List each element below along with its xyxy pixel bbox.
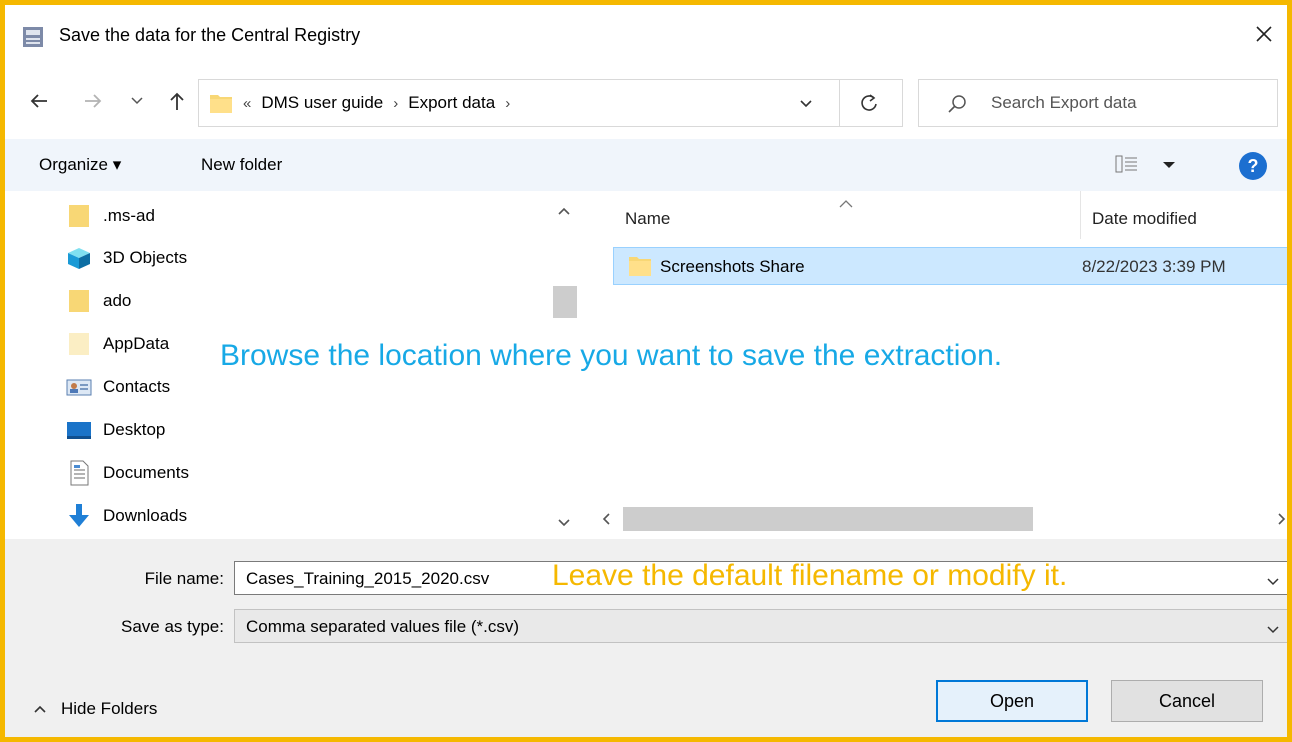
search-box[interactable]: Search Export data — [918, 79, 1278, 127]
breadcrumb-item-export-data[interactable]: Export data — [408, 93, 495, 113]
breadcrumb: « DMS user guide › Export data › — [243, 93, 520, 113]
nav-item-label: ado — [103, 291, 132, 310]
change-view-icon[interactable] — [1115, 154, 1181, 179]
organize-menu-button[interactable]: Organize ▾ — [39, 155, 121, 175]
nav-item-documents[interactable]: Documents — [65, 458, 189, 488]
app-icon — [22, 26, 44, 48]
scroll-down-chevron-icon[interactable] — [557, 513, 571, 533]
recent-locations-chevron-icon[interactable] — [123, 87, 151, 115]
download-arrow-icon — [65, 503, 93, 529]
nav-item-label: AppData — [103, 334, 170, 353]
breadcrumb-separator[interactable]: › — [393, 95, 398, 112]
hide-folders-button[interactable]: Hide Folders — [33, 699, 157, 719]
nav-item-downloads[interactable]: Downloads — [65, 501, 187, 531]
column-header-name[interactable]: Name — [625, 209, 670, 229]
file-name-value[interactable]: Cases_Training_2015_2020.csv — [246, 569, 489, 589]
breadcrumb-item-dms-user-guide[interactable]: DMS user guide — [261, 93, 383, 113]
scroll-up-chevron-icon[interactable] — [557, 201, 571, 221]
save-as-type-value: Comma separated values file (*.csv) — [246, 617, 520, 636]
nav-item-ado[interactable]: ado — [65, 286, 131, 316]
nav-item-ms-ad[interactable]: .ms-ad — [65, 201, 155, 231]
desktop-icon — [65, 417, 93, 443]
chevron-up-icon — [33, 699, 47, 719]
cancel-button[interactable]: Cancel — [1111, 680, 1263, 722]
folder-icon — [209, 92, 233, 119]
nav-item-3d-objects[interactable]: 3D Objects — [65, 243, 187, 273]
file-row-selected[interactable]: Screenshots Share 8/22/2023 3:39 PM — [613, 247, 1287, 285]
file-name: Screenshots Share — [660, 257, 805, 276]
chevron-down-icon[interactable] — [1266, 620, 1280, 640]
breadcrumb-separator[interactable]: › — [505, 95, 510, 112]
new-folder-button[interactable]: New folder — [201, 155, 282, 175]
nav-item-label: Downloads — [103, 506, 188, 525]
up-arrow-icon[interactable] — [163, 87, 191, 115]
nav-item-desktop[interactable]: Desktop — [65, 415, 165, 445]
back-arrow-icon[interactable] — [25, 87, 53, 115]
sort-ascending-icon — [839, 193, 853, 213]
forward-arrow-icon[interactable] — [79, 87, 107, 115]
file-date-modified: 8/22/2023 3:39 PM — [1082, 257, 1226, 276]
address-dropdown-chevron-icon[interactable] — [799, 94, 813, 114]
folder-icon — [628, 254, 652, 283]
cube-icon — [65, 245, 93, 271]
dialog-frame: Save the data for the Central Registry «… — [0, 0, 1292, 742]
window-title: Save the data for the Central Registry — [59, 25, 361, 45]
nav-item-label: Documents — [103, 463, 189, 482]
scroll-right-chevron-icon[interactable] — [1277, 511, 1287, 531]
folder-icon — [65, 203, 93, 229]
save-as-type-select[interactable]: Comma separated values file (*.csv) — [234, 609, 1287, 643]
folder-pale-icon — [65, 331, 93, 357]
scrollbar-thumb[interactable] — [623, 507, 1033, 531]
annotation-filename: Leave the default filename or modify it. — [552, 559, 1068, 592]
search-icon — [947, 94, 967, 119]
navigation-bar: « DMS user guide › Export data › Search … — [5, 73, 1287, 131]
save-as-type-label: Save as type: — [120, 617, 224, 636]
nav-item-label: 3D Objects — [103, 248, 188, 267]
search-input[interactable]: Search Export data — [991, 93, 1137, 113]
help-icon[interactable]: ? — [1239, 152, 1267, 180]
nav-item-label: .ms-ad — [103, 206, 155, 225]
title-bar: Save the data for the Central Registry — [5, 5, 1287, 69]
annotation-browse-location: Browse the location where you want to sa… — [220, 339, 1003, 372]
documents-icon — [65, 460, 93, 486]
address-bar[interactable]: « DMS user guide › Export data › — [198, 79, 903, 127]
nav-item-label: Desktop — [103, 420, 166, 439]
command-bar: Organize ▾ New folder ? — [5, 139, 1287, 191]
chevron-down-icon[interactable] — [1266, 572, 1280, 592]
contacts-icon — [65, 374, 93, 400]
scrollbar-thumb[interactable] — [553, 286, 577, 318]
close-icon[interactable] — [1249, 19, 1279, 49]
nav-item-appdata[interactable]: AppData — [65, 329, 169, 359]
open-button[interactable]: Open — [936, 680, 1088, 722]
address-divider — [839, 80, 840, 126]
refresh-icon[interactable] — [859, 92, 879, 119]
column-header-date-modified[interactable]: Date modified — [1092, 209, 1197, 229]
breadcrumb-overflow[interactable]: « — [243, 95, 251, 112]
nav-item-contacts[interactable]: Contacts — [65, 372, 170, 402]
file-name-label: File name: — [144, 569, 224, 588]
folder-icon — [65, 288, 93, 314]
hide-folders-label: Hide Folders — [61, 699, 158, 718]
file-list-horizontal-scrollbar[interactable] — [587, 505, 1287, 535]
scroll-left-chevron-icon[interactable] — [601, 511, 611, 531]
column-separator — [1080, 191, 1081, 239]
nav-item-label: Contacts — [103, 377, 171, 396]
